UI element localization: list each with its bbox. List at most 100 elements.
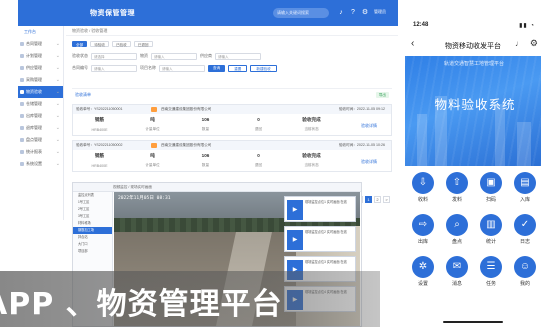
tab-pending[interactable]: 待验收 (90, 41, 109, 47)
tile-message[interactable]: ✉ 消息 (440, 256, 474, 287)
list-title: 验收清单 (75, 92, 91, 97)
sidebar-item[interactable]: 采购管理 (18, 74, 63, 86)
user-name[interactable]: 管理员 (374, 9, 386, 15)
app-title: 物资保管管理 (90, 10, 135, 17)
sidebar-item[interactable]: 退库管理 (18, 122, 63, 134)
detail-link[interactable]: 验收详情 (361, 159, 377, 165)
sidebar-item[interactable]: 计划管理 (18, 50, 63, 62)
bell-icon[interactable]: ♪ (336, 8, 346, 18)
tree-node[interactable]: 项目部 (73, 248, 112, 255)
tile-settings[interactable]: ✲ 设置 (406, 256, 440, 287)
cell-qty: 106 (201, 153, 210, 158)
sidebar-item[interactable]: 仓储管理 (18, 98, 63, 110)
project-input[interactable]: 请输入 (159, 64, 205, 72)
back-icon[interactable]: ‹ (411, 38, 414, 49)
search-button[interactable]: 查询 (208, 64, 226, 72)
cell-qty: 106 (201, 117, 210, 122)
video-icon: ▶ (287, 200, 303, 220)
tree-node[interactable]: 2号工区 (73, 206, 112, 213)
thumbnail-item[interactable]: ▶ 现场监控点位1 实时画面 在线 (284, 196, 356, 222)
status-bar: 12:48 ▮▮ ◔ (405, 22, 541, 32)
tab-returned[interactable]: 已退回 (133, 41, 153, 47)
status-tag (151, 107, 157, 112)
tree-node-selected[interactable]: 钢筋加工场 (73, 227, 112, 234)
sidebar-item-active[interactable]: 物资验收 (18, 86, 63, 98)
tile-stock-in[interactable]: ▤ 入库 (508, 172, 541, 203)
next-page-button[interactable]: > (383, 196, 390, 203)
receipt-card: 验收单号：YS202211050002 西南交通建设集团股份有限公司 验收时间：… (72, 140, 392, 172)
tree-node[interactable]: 1号工区 (73, 199, 112, 206)
tree-node[interactable]: 拌合站 (73, 234, 112, 241)
cog-icon: ✲ (412, 256, 434, 278)
tile-profile[interactable]: ☺ 我的 (508, 256, 541, 287)
tab-all[interactable]: 全部 (72, 41, 88, 47)
cell-sub: 退回 (254, 163, 263, 167)
mic-icon[interactable]: ♩ (515, 39, 523, 48)
tile-issue[interactable]: ⇧ 发料 (440, 172, 474, 203)
receive-icon: ⇩ (412, 172, 434, 194)
message-icon: ✉ (446, 256, 468, 278)
banner-subtitle: 轨道交通智慧工地管理平台 (443, 61, 504, 67)
search-input[interactable]: 请输入关键词搜索 (273, 8, 329, 18)
page-button[interactable]: 2 (374, 196, 381, 203)
sidebar-item[interactable]: 盘点管理 (18, 134, 63, 146)
hero-banner: 轨道交通智慧工地管理平台 物料验收系统 (405, 56, 541, 166)
material-input[interactable]: 请输入 (151, 52, 197, 60)
sidebar-item[interactable]: 出库管理 (18, 110, 63, 122)
sidebar-item[interactable]: 统计报表 (18, 146, 63, 158)
status-time: 12:48 (413, 22, 429, 28)
tile-inventory[interactable]: ⌕ 盘点 (440, 214, 474, 245)
receipt-org: 西南交通建设集团股份有限公司 (161, 143, 212, 147)
tree-node[interactable]: 材料堆场 (73, 220, 112, 227)
detail-link[interactable]: 验收详情 (361, 123, 377, 129)
tree-node[interactable]: 大门口 (73, 241, 112, 248)
tile-stats[interactable]: ▥ 统计 (474, 214, 508, 245)
tile-stock-out[interactable]: ⇨ 出库 (406, 214, 440, 245)
settings-icon[interactable]: ⚙ (360, 8, 370, 18)
sidebar-item[interactable]: 供应管理 (18, 62, 63, 74)
cell-status: 验收完成 (302, 152, 321, 158)
tree-node[interactable]: 监控点列表 (73, 192, 112, 199)
cell-unit: 吨 (150, 152, 155, 158)
home-indicator[interactable] (443, 321, 503, 323)
tab-done[interactable]: 已验收 (111, 41, 131, 47)
sidebar-brand[interactable]: 工作台 (18, 26, 63, 38)
supplier-input[interactable]: 请输入 (215, 52, 261, 60)
task-icon: ☰ (480, 256, 502, 278)
cell-sub: HRB400E (91, 127, 108, 132)
chart-icon: ▥ (480, 214, 502, 236)
reset-button[interactable]: 重置 (228, 64, 248, 72)
user-icon: ☺ (514, 256, 536, 278)
help-icon[interactable]: ? (348, 8, 358, 18)
filter-label: 物资 (140, 53, 148, 58)
truck-icon: ⇨ (412, 214, 434, 236)
status-tag (151, 143, 157, 148)
filter-label: 项目名称 (140, 65, 156, 70)
tile-task[interactable]: ☰ 任务 (474, 256, 508, 287)
sidebar-item[interactable]: 系统设置 (18, 158, 63, 170)
contract-input[interactable]: 请输入 (91, 64, 137, 72)
filter-label: 验收状态 (72, 53, 88, 58)
search-icon: ⌕ (446, 214, 468, 236)
caption-text: APP 、物资管理平台 (0, 287, 283, 322)
tile-receive[interactable]: ⇩ 收料 (406, 172, 440, 203)
gear-icon[interactable]: ⚙ (530, 38, 538, 49)
filter-label: 供应商 (200, 53, 212, 58)
cell-sub: 数量 (201, 127, 210, 131)
sidebar-item[interactable]: 合同管理 (18, 38, 63, 50)
mobile-title: 物资移动收发平台 (445, 43, 501, 50)
page-button[interactable]: 1 (365, 196, 372, 203)
cell-material: 钢筋 (94, 116, 105, 122)
tile-scan[interactable]: ▣ 扫码 (474, 172, 508, 203)
tree-node[interactable]: 3号工区 (73, 213, 112, 220)
thumbnail-item[interactable]: ▶ 现场监控点位2 实时画面 在线 (284, 226, 356, 252)
export-button[interactable]: 导出 (375, 92, 389, 98)
tile-log[interactable]: ✓ 日志 (508, 214, 541, 245)
cell-returned: 0 (257, 153, 260, 158)
add-button[interactable]: 新建验收 (250, 64, 277, 72)
filter-panel: 全部 待验收 已验收 已退回 验收状态 请选择 物资 请输入 供应商 请输入 合… (66, 36, 398, 76)
banner-title: 物料验收系统 (434, 98, 516, 112)
status-select[interactable]: 请选择 (91, 52, 137, 60)
scan-icon: ▣ (480, 172, 502, 194)
check-icon: ✓ (514, 214, 536, 236)
